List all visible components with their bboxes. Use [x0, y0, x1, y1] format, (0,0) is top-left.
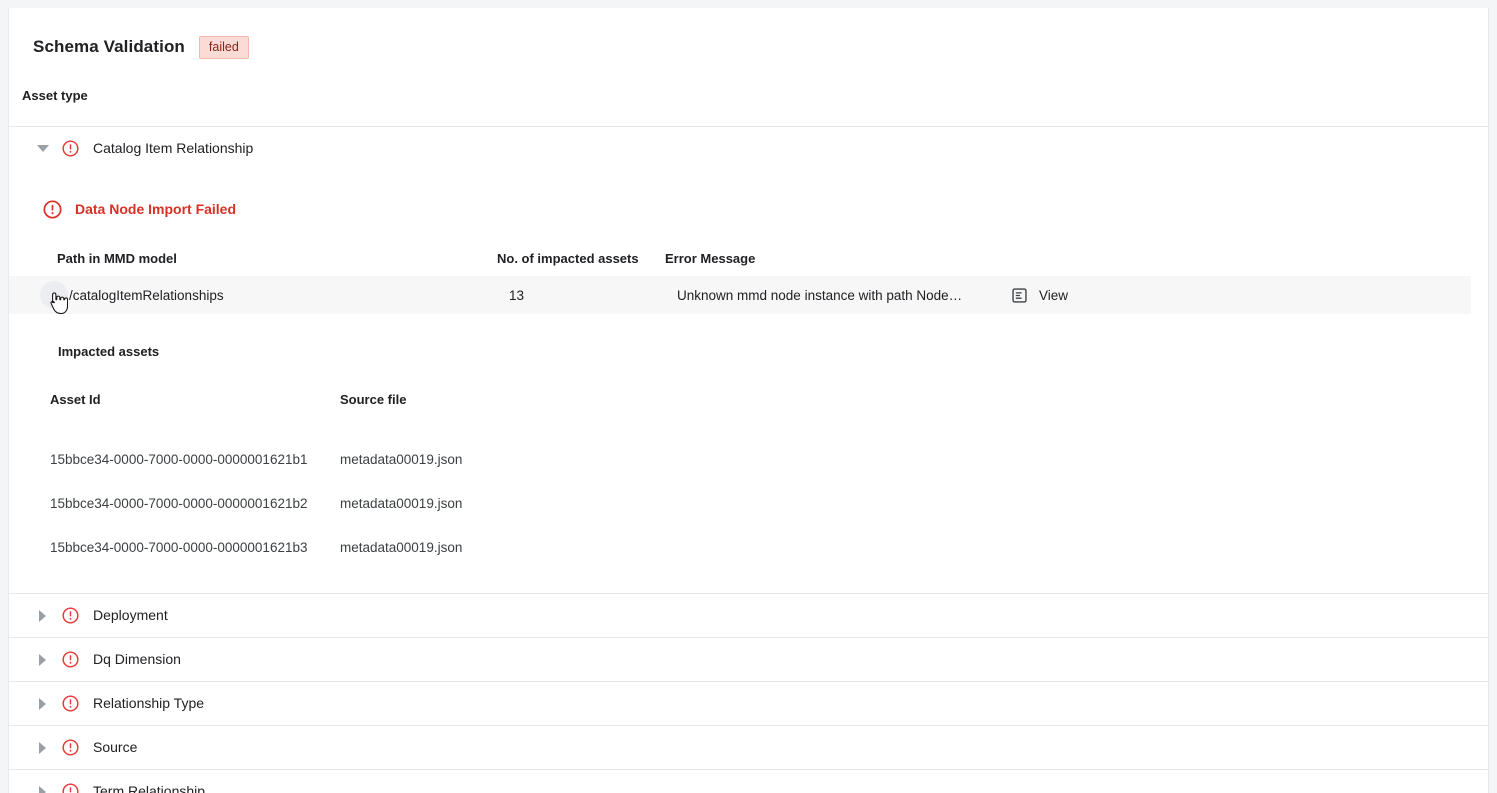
panel-error-title: Data Node Import Failed	[75, 201, 236, 218]
column-header-error-message: Error Message	[665, 251, 965, 267]
page-title: Schema Validation	[33, 37, 185, 57]
spacer	[50, 408, 1488, 437]
column-header-impacted-count: No. of impacted assets	[497, 251, 665, 267]
list-item: 15bbce34-0000-7000-0000-0000001621b1 met…	[50, 437, 1488, 481]
accordion-label: Deployment	[93, 607, 168, 624]
column-header-asset-id: Asset Id	[50, 392, 340, 408]
chevron-right-icon[interactable]	[39, 742, 46, 754]
cell-source-file: metadata00019.json	[340, 539, 640, 556]
cell-asset-id: 15bbce34-0000-7000-0000-0000001621b3	[50, 539, 340, 556]
accordion-header-relationship-type[interactable]: Relationship Type	[9, 681, 1488, 725]
list-item: 15bbce34-0000-7000-0000-0000001621b2 met…	[50, 481, 1488, 525]
chevron-down-icon[interactable]	[37, 145, 49, 152]
errors-table-header: Path in MMD model No. of impacted assets…	[9, 248, 1488, 270]
impacted-assets-label: Impacted assets	[9, 344, 1488, 360]
accordion-label: Dq Dimension	[93, 651, 181, 668]
accordion-header-term-relationship[interactable]: Term Relationship	[9, 769, 1488, 793]
accordion-header-catalog-item-relationship[interactable]: Catalog Item Relationship	[9, 126, 1488, 170]
column-header-path: Path in MMD model	[57, 251, 497, 267]
accordion-header-source[interactable]: Source	[9, 725, 1488, 769]
view-button[interactable]: View	[1011, 287, 1068, 304]
cell-error-message: Unknown mmd node instance with path Node…	[677, 287, 977, 304]
cell-asset-id: 15bbce34-0000-7000-0000-0000001621b2	[50, 495, 340, 512]
status-badge: failed	[199, 36, 249, 59]
cell-source-file: metadata00019.json	[340, 495, 640, 512]
chevron-right-icon[interactable]	[39, 610, 46, 622]
accordion-label: Relationship Type	[93, 695, 204, 712]
impacted-assets-table: Asset Id Source file 15bbce34-0000-7000-…	[9, 392, 1488, 569]
cell-source-file: metadata00019.json	[340, 451, 640, 468]
chevron-right-icon[interactable]	[39, 786, 46, 793]
panel-error-heading: Data Node Import Failed	[9, 170, 1488, 219]
asset-type-accordion: Catalog Item Relationship Data Node Impo…	[9, 126, 1488, 793]
cell-path: /catalogItemRelationships	[57, 287, 509, 304]
document-list-icon	[1011, 287, 1028, 304]
accordion-header-deployment[interactable]: Deployment	[9, 593, 1488, 637]
chevron-right-icon[interactable]	[39, 698, 46, 710]
accordion-label: Catalog Item Relationship	[93, 140, 253, 157]
cell-impacted-count: 13	[509, 287, 677, 304]
chevron-right-icon[interactable]	[39, 654, 46, 666]
impacted-assets-header: Asset Id Source file	[50, 392, 1488, 408]
page-header: Schema Validation failed	[9, 8, 1488, 64]
column-header-source-file: Source file	[340, 392, 640, 408]
expand-row-toggle[interactable]	[40, 281, 68, 309]
cell-asset-id: 15bbce34-0000-7000-0000-0000001621b1	[50, 451, 340, 468]
table-row[interactable]: /catalogItemRelationships 13 Unknown mmd…	[9, 276, 1471, 314]
error-circle-icon	[62, 695, 79, 712]
accordion-panel-catalog-item-relationship: Data Node Import Failed Path in MMD mode…	[9, 170, 1488, 593]
validation-card: Schema Validation failed Asset type Cata…	[8, 8, 1489, 793]
error-circle-icon	[43, 200, 62, 219]
accordion-header-dq-dimension[interactable]: Dq Dimension	[9, 637, 1488, 681]
view-button-label: View	[1039, 287, 1068, 304]
error-circle-icon	[62, 739, 79, 756]
error-circle-icon	[62, 607, 79, 624]
error-circle-icon	[62, 783, 79, 793]
error-circle-icon	[62, 140, 79, 157]
panel-bottom-spacer	[9, 569, 1488, 593]
errors-table: Path in MMD model No. of impacted assets…	[9, 248, 1488, 314]
page-root: Schema Validation failed Asset type Cata…	[0, 0, 1497, 793]
accordion-label: Source	[93, 739, 137, 756]
accordion-label: Term Relationship	[93, 783, 205, 793]
asset-type-label: Asset type	[9, 64, 1488, 104]
list-item: 15bbce34-0000-7000-0000-0000001621b3 met…	[50, 525, 1488, 569]
error-circle-icon	[62, 651, 79, 668]
